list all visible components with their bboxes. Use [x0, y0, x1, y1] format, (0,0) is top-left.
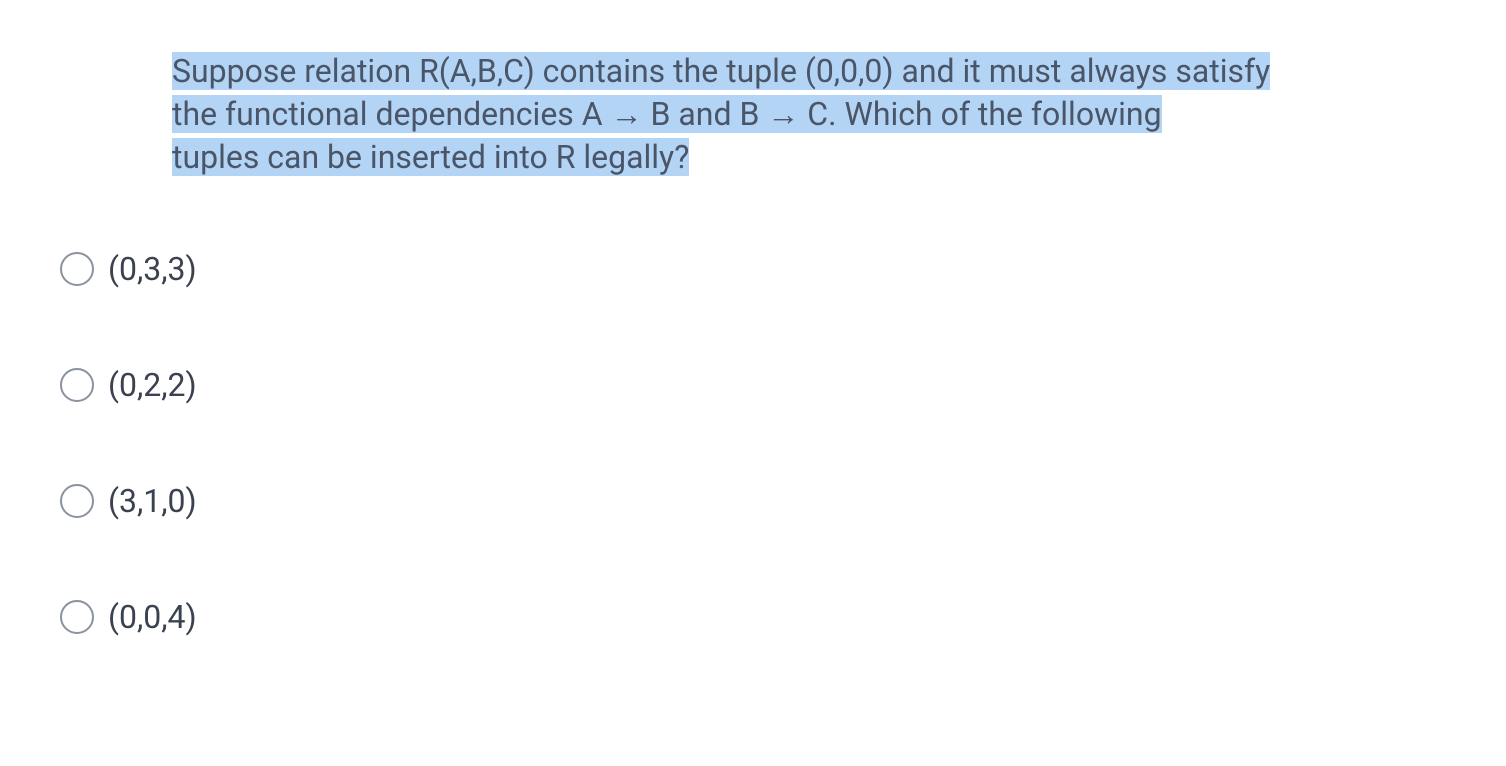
option-4[interactable]: (0,0,4) — [60, 598, 1446, 636]
question-line-1: Suppose relation R(A,B,C) contains the t… — [172, 52, 1270, 90]
option-label-4: (0,0,4) — [108, 598, 197, 636]
option-label-2: (0,2,2) — [108, 366, 197, 404]
radio-button-2[interactable] — [60, 368, 94, 402]
radio-button-4[interactable] — [60, 600, 94, 634]
option-label-3: (3,1,0) — [108, 482, 197, 520]
radio-button-3[interactable] — [60, 484, 94, 518]
option-3[interactable]: (3,1,0) — [60, 482, 1446, 520]
option-2[interactable]: (0,2,2) — [60, 366, 1446, 404]
question-line-2: the functional dependencies A → B and B … — [172, 95, 1162, 133]
question-line-3: tuples can be inserted into R legally? — [172, 138, 689, 176]
options-list: (0,3,3) (0,2,2) (3,1,0) (0,0,4) — [60, 250, 1446, 636]
question-text: Suppose relation R(A,B,C) contains the t… — [172, 50, 1446, 180]
option-label-1: (0,3,3) — [108, 250, 197, 288]
option-1[interactable]: (0,3,3) — [60, 250, 1446, 288]
radio-button-1[interactable] — [60, 252, 94, 286]
